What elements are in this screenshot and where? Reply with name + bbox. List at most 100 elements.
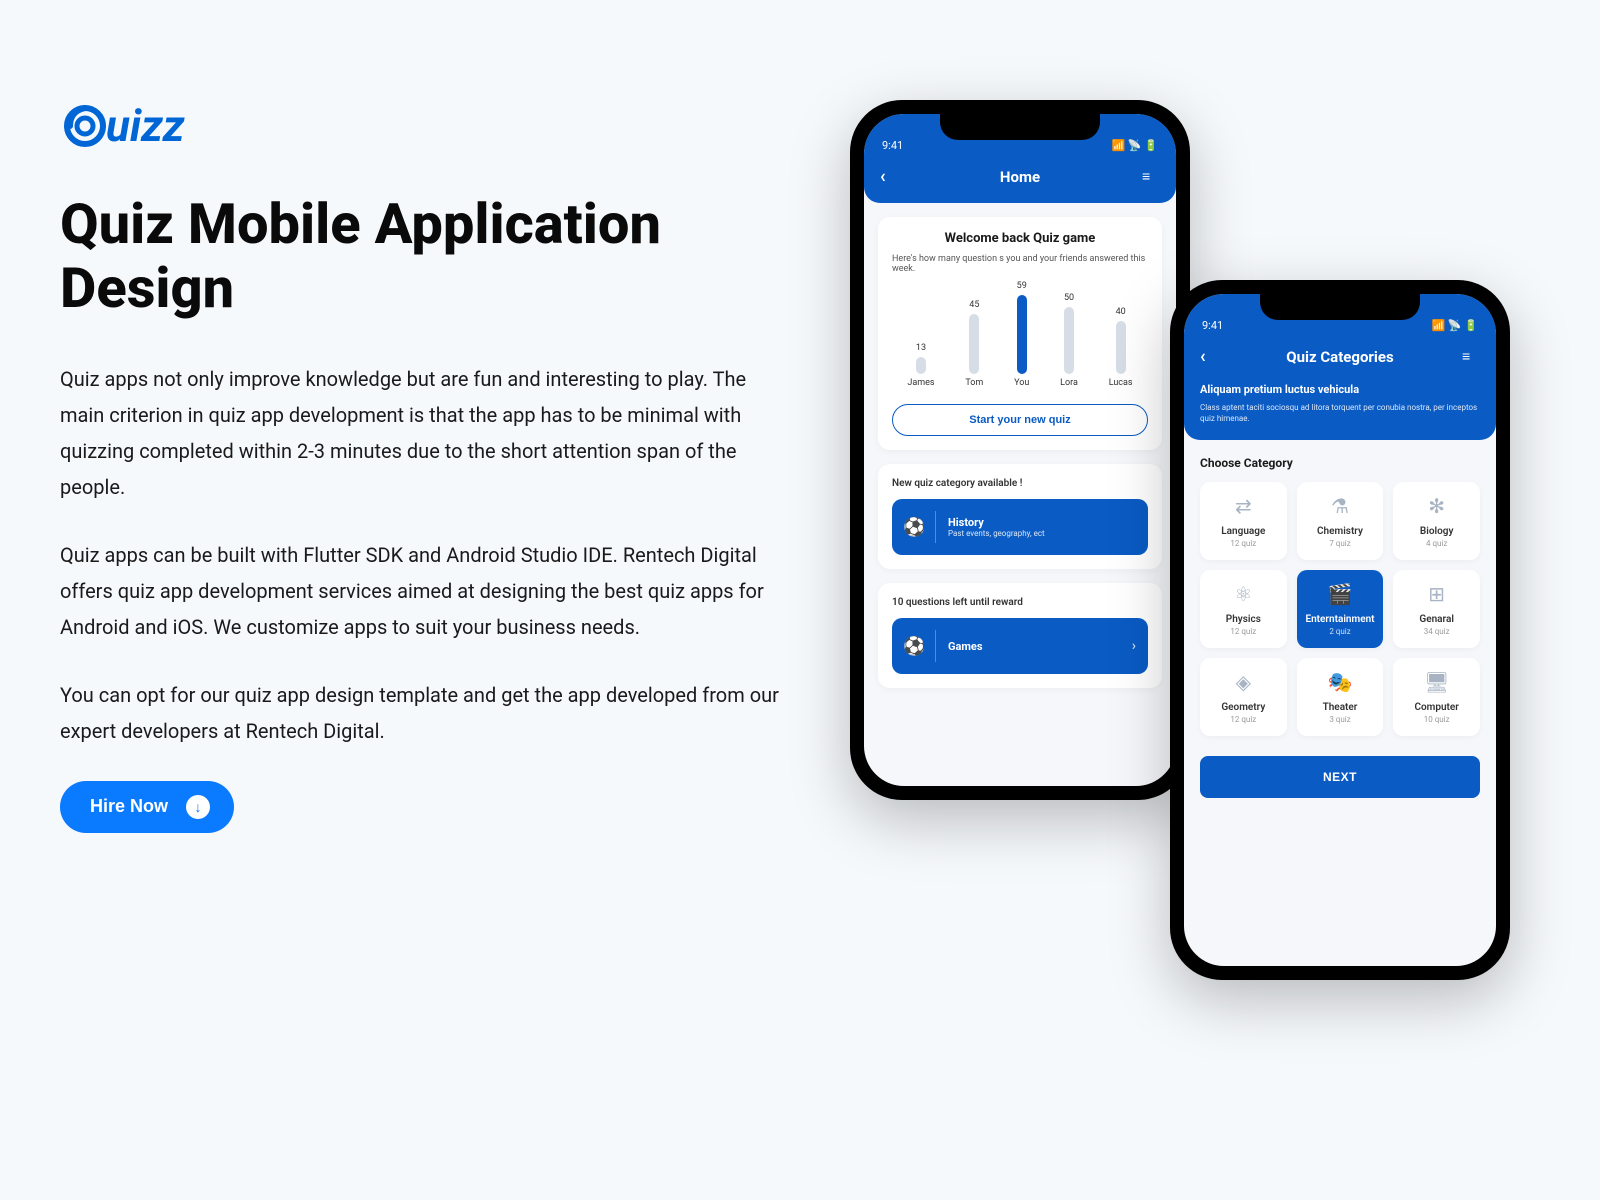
hire-now-button[interactable]: Hire Now ↓ <box>60 781 234 833</box>
bar-value: 50 <box>1064 293 1074 303</box>
category-icon: 🖥 <box>1399 670 1474 694</box>
phone-notch <box>1260 294 1420 320</box>
bar-label: Lora <box>1060 378 1078 388</box>
logo-text: uizz <box>106 100 185 152</box>
history-title: History <box>948 516 1045 529</box>
category-count: 34 quiz <box>1399 627 1474 636</box>
category-tile[interactable]: 🖥 Computer 10 quiz <box>1393 658 1480 736</box>
welcome-title: Welcome back Quiz game <box>892 231 1148 246</box>
phone-mockup-categories: 9:41 📶 📡 🔋 ‹ Quiz Categories ≡ Aliquam p… <box>1170 280 1510 980</box>
bar-value: 45 <box>969 300 979 310</box>
category-count: 12 quiz <box>1206 539 1281 548</box>
status-time: 9:41 <box>882 139 903 152</box>
menu-icon[interactable]: ≡ <box>1462 348 1480 365</box>
app-header: ‹ Quiz Categories ≡ <box>1184 334 1496 383</box>
questions-bar-chart: 13 James 45 Tom 59 You 50 Lora 40 Lucas <box>892 288 1148 388</box>
category-count: 2 quiz <box>1303 627 1378 636</box>
status-icons: 📶 📡 🔋 <box>1111 139 1158 152</box>
back-icon[interactable]: ‹ <box>880 166 898 187</box>
screen-title: Home <box>898 168 1142 186</box>
bar-label: Lucas <box>1109 378 1133 388</box>
screen-title: Quiz Categories <box>1218 348 1462 366</box>
soccer-icon: ⚽ <box>904 511 936 543</box>
arrow-down-icon: ↓ <box>186 795 210 819</box>
choose-category-label: Choose Category <box>1200 456 1480 470</box>
category-count: 7 quiz <box>1303 539 1378 548</box>
category-name: Chemistry <box>1303 526 1378 537</box>
bar <box>969 314 979 374</box>
logo-swirl-icon <box>60 101 110 151</box>
status-icons: 📶 📡 🔋 <box>1431 319 1478 332</box>
category-tile[interactable]: ◈ Geometry 12 quiz <box>1200 658 1287 736</box>
new-category-card: New quiz category available ! ⚽ History … <box>878 464 1162 569</box>
category-tile[interactable]: 🎬 Enterntainment 2 quiz <box>1297 570 1384 648</box>
category-name: Theater <box>1303 702 1378 713</box>
menu-icon[interactable]: ≡ <box>1142 168 1160 185</box>
bar <box>1116 321 1126 374</box>
bar-label: James <box>907 378 934 388</box>
category-grid: ⇄ Language 12 quiz ⚗ Chemistry 7 quiz ✻ … <box>1184 482 1496 736</box>
status-time: 9:41 <box>1202 319 1223 332</box>
category-icon: 🎬 <box>1303 582 1378 606</box>
phone-mockup-home: 9:41 📶 📡 🔋 ‹ Home ≡ Welcome back Quiz ga… <box>850 100 1190 800</box>
soccer-icon: ⚽ <box>904 630 936 662</box>
category-name: Language <box>1206 526 1281 537</box>
category-name: Geometry <box>1206 702 1281 713</box>
category-name: Biology <box>1399 526 1474 537</box>
category-name: Physics <box>1206 614 1281 625</box>
category-tile[interactable]: ⚛ Physics 12 quiz <box>1200 570 1287 648</box>
app-header: ‹ Home ≡ <box>864 154 1176 203</box>
games-title: Games <box>948 640 983 653</box>
category-count: 12 quiz <box>1206 715 1281 724</box>
next-button[interactable]: NEXT <box>1200 756 1480 798</box>
category-count: 4 quiz <box>1399 539 1474 548</box>
paragraph-3: You can opt for our quiz app design temp… <box>60 677 780 749</box>
category-icon: 🎭 <box>1303 670 1378 694</box>
category-count: 12 quiz <box>1206 627 1281 636</box>
reward-label: 10 questions left until reward <box>892 597 1148 608</box>
back-icon[interactable]: ‹ <box>1200 346 1218 367</box>
welcome-card: Welcome back Quiz game Here's how many q… <box>878 217 1162 450</box>
category-name: Computer <box>1399 702 1474 713</box>
bar-item: 40 Lucas <box>1109 307 1133 388</box>
bar-item: 13 James <box>907 343 934 388</box>
welcome-subtitle: Here's how many question s you and your … <box>892 254 1148 274</box>
bar-item: 45 Tom <box>965 300 983 388</box>
category-icon: ⚗ <box>1303 494 1378 518</box>
reward-card: 10 questions left until reward ⚽ Games › <box>878 583 1162 688</box>
category-tile[interactable]: ⚗ Chemistry 7 quiz <box>1297 482 1384 560</box>
category-icon: ◈ <box>1206 670 1281 694</box>
category-icon: ⚛ <box>1206 582 1281 606</box>
bar-value: 59 <box>1017 281 1027 291</box>
new-category-label: New quiz category available ! <box>892 478 1148 489</box>
category-tile[interactable]: ⊞ Genaral 34 quiz <box>1393 570 1480 648</box>
category-icon: ✻ <box>1399 494 1474 518</box>
start-quiz-button[interactable]: Start your new quiz <box>892 404 1148 436</box>
hire-now-label: Hire Now <box>90 796 168 817</box>
bar <box>1064 307 1074 374</box>
header-sub-desc: Class aptent taciti sociosqu ad litora t… <box>1200 402 1480 424</box>
category-count: 3 quiz <box>1303 715 1378 724</box>
history-category-row[interactable]: ⚽ History Past events, geography, ect <box>892 499 1148 555</box>
paragraph-2: Quiz apps can be built with Flutter SDK … <box>60 537 780 645</box>
bar-value: 40 <box>1116 307 1126 317</box>
bar-item: 59 You <box>1014 281 1029 388</box>
games-category-row[interactable]: ⚽ Games › <box>892 618 1148 674</box>
header-description: Aliquam pretium luctus vehicula Class ap… <box>1184 383 1496 440</box>
header-sub-title: Aliquam pretium luctus vehicula <box>1200 383 1480 396</box>
category-tile[interactable]: ⇄ Language 12 quiz <box>1200 482 1287 560</box>
category-icon: ⇄ <box>1206 494 1281 518</box>
category-icon: ⊞ <box>1399 582 1474 606</box>
paragraph-1: Quiz apps not only improve knowledge but… <box>60 361 780 505</box>
bar-label: You <box>1014 378 1029 388</box>
bar <box>1017 295 1027 374</box>
bar-label: Tom <box>965 378 983 388</box>
history-sub: Past events, geography, ect <box>948 529 1045 538</box>
chevron-right-icon: › <box>1132 638 1136 654</box>
bar-value: 13 <box>916 343 926 353</box>
logo: uizz <box>60 100 780 152</box>
category-name: Enterntainment <box>1303 614 1378 625</box>
bar-item: 50 Lora <box>1060 293 1078 388</box>
category-tile[interactable]: 🎭 Theater 3 quiz <box>1297 658 1384 736</box>
category-tile[interactable]: ✻ Biology 4 quiz <box>1393 482 1480 560</box>
